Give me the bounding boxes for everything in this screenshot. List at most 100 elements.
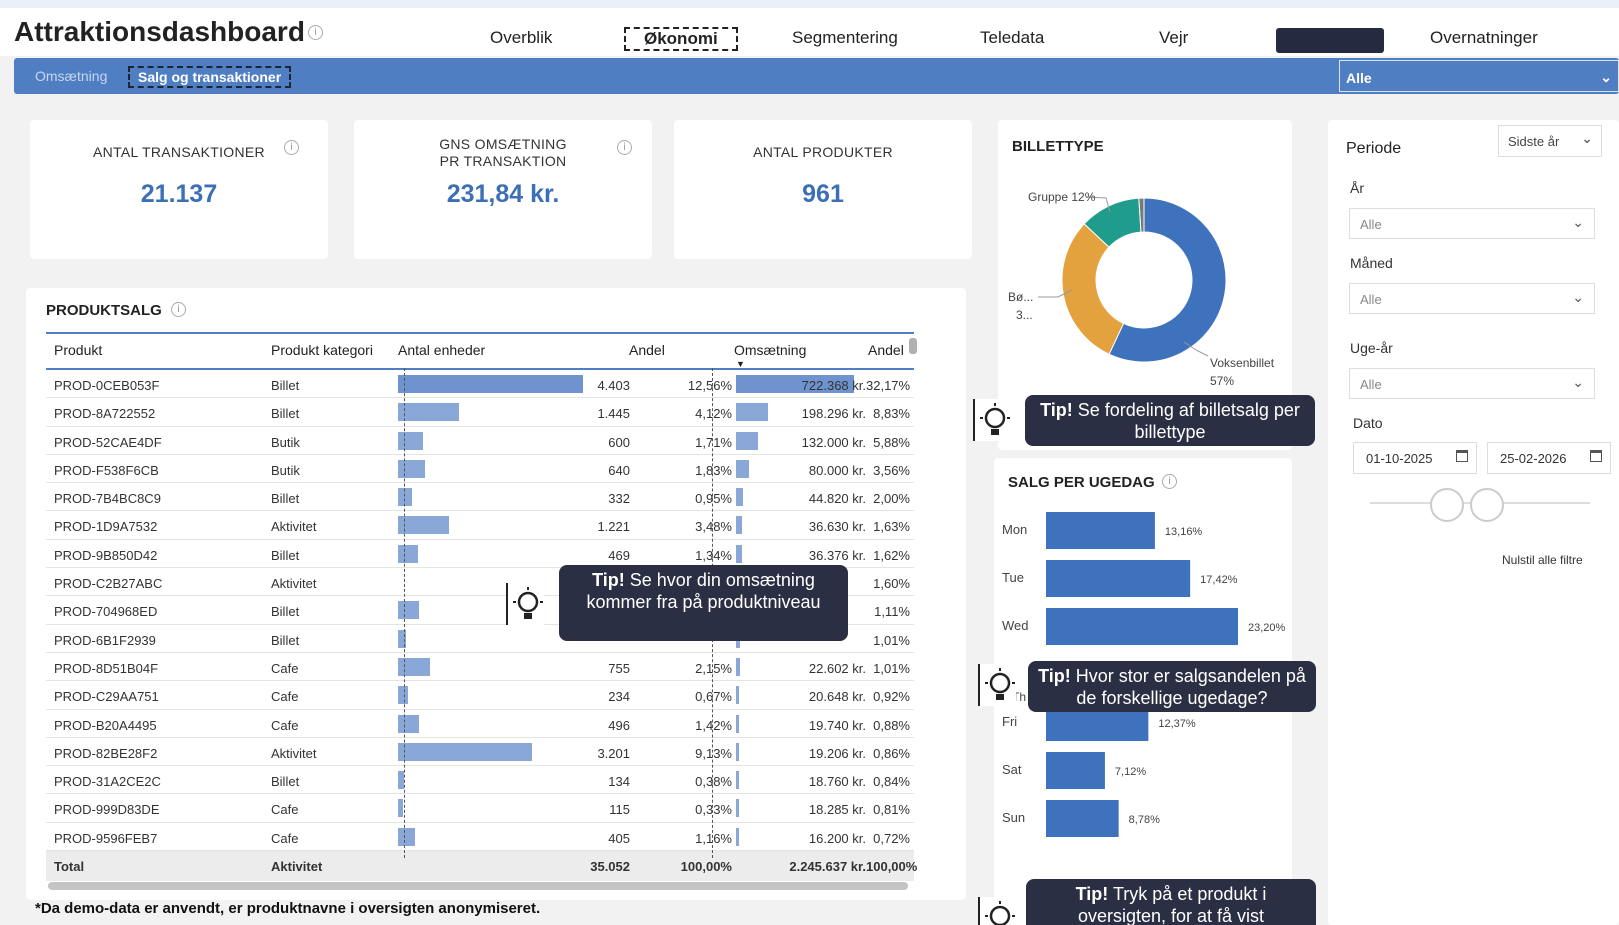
- total-produkt: Total: [54, 859, 85, 875]
- col-header-andel-enheder[interactable]: Andel: [629, 342, 665, 358]
- kpi-value: 21.137: [140, 180, 218, 208]
- date-slider-handle-start[interactable]: [1430, 488, 1464, 522]
- weekday-label-wed: Wed: [1002, 618, 1029, 633]
- nav-teledata[interactable]: Teledata: [980, 28, 1044, 48]
- info-icon[interactable]: i: [171, 302, 186, 317]
- weekday-bar-sat[interactable]: [1046, 752, 1105, 789]
- cell-omsaetning: 19.740 kr.: [808, 717, 866, 733]
- cell-omsaetning: 80.000 kr.: [808, 462, 866, 478]
- cell-andel-enheder: 12,56%: [687, 378, 732, 393]
- weekday-bar-wed[interactable]: [1046, 608, 1238, 645]
- kpi-label: ANTAL PRODUKTER: [753, 144, 893, 160]
- lightbulb-icon: [978, 664, 1016, 706]
- filter-panel: Periode Sidste år ⌄ År Alle ⌄ Måned Alle…: [1328, 120, 1619, 925]
- donut-label-born: Bø...: [1008, 290, 1034, 304]
- kpi-card-produkter: ANTAL PRODUKTER 961: [674, 120, 972, 259]
- weekday-value-label-wed: 23,20%: [1248, 622, 1286, 634]
- date-slider-handle-end[interactable]: [1470, 488, 1504, 522]
- cell-andel-omsaetning: 0,92%: [873, 689, 910, 705]
- weekday-bar-mon[interactable]: [1046, 512, 1155, 549]
- ugeaar-dropdown[interactable]: Alle ⌄: [1349, 368, 1595, 399]
- nav-overnatninger[interactable]: Overnatninger: [1430, 28, 1538, 48]
- cell-produkt: PROD-52CAE4DF: [54, 434, 162, 450]
- cell-enheder: 600: [608, 434, 630, 450]
- cell-enheder: 234: [608, 689, 630, 705]
- info-icon[interactable]: i: [308, 25, 323, 40]
- col-header-produkt[interactable]: Produkt: [54, 342, 102, 358]
- kpi-value: 231,84 kr.: [446, 180, 560, 208]
- table-row[interactable]: PROD-31A2CE2C Billet 134 0,38% 18.760 kr. 0,8…: [46, 766, 914, 795]
- units-bar: [398, 827, 416, 846]
- table-row[interactable]: PROD-8A722552 Billet 1.445 4,12% 198.296 kr.…: [46, 398, 914, 427]
- table-row[interactable]: PROD-999D83DE Cafe 115 0,33% 18.285 kr. 0,81%: [46, 794, 914, 823]
- col-header-omsaetning[interactable]: Omsætning: [734, 342, 806, 358]
- dato-to-input[interactable]: 25-02-2026: [1487, 442, 1611, 474]
- table-row[interactable]: PROD-0CEB053F Billet 4.403 12,56% 722.368 kr…: [46, 370, 914, 399]
- cell-kategori: Billet: [271, 378, 300, 393]
- col-header-kategori[interactable]: Produkt kategori: [271, 342, 373, 358]
- cell-andel-omsaetning: 0,84%: [873, 774, 910, 790]
- table-row[interactable]: PROD-F538F6CB Butik 640 1,83% 80.000 kr. 3,56…: [46, 455, 914, 484]
- cell-omsaetning: 18.285 kr.: [808, 802, 866, 818]
- col-header-antal-enheder[interactable]: Antal enheder: [398, 342, 485, 358]
- weekday-value-label-fri: 12,37%: [1158, 718, 1196, 730]
- table-row[interactable]: PROD-7B4BC8C9 Billet 332 0,95% 44.820 kr. 2,0…: [46, 483, 914, 512]
- kpi-label-line2: PR TRANSAKTION: [439, 153, 567, 169]
- cell-kategori: Billet: [271, 491, 300, 507]
- info-icon[interactable]: i: [284, 140, 299, 155]
- table-scrollbar-horizontal[interactable]: [48, 882, 908, 890]
- weekday-bar-tue[interactable]: [1046, 560, 1191, 597]
- cell-andel-omsaetning: 0,86%: [873, 745, 910, 761]
- dato-from-input[interactable]: 01-10-2025: [1353, 442, 1477, 474]
- donut-slice-bø[interactable]: [1061, 223, 1125, 355]
- subnav-select[interactable]: Alle ⌄: [1339, 60, 1619, 92]
- aar-label: År: [1350, 180, 1364, 196]
- table-row[interactable]: PROD-8D51B04F Cafe 755 2,15% 22.602 kr. 1,01%: [46, 653, 914, 682]
- kpi-label-line1: GNS OMSÆTNING: [439, 136, 567, 152]
- maaned-dropdown[interactable]: Alle ⌄: [1349, 283, 1595, 314]
- cell-andel-omsaetning: 3,56%: [873, 462, 910, 478]
- nav-overblik[interactable]: Overblik: [490, 28, 552, 48]
- weekday-bar-sun[interactable]: [1046, 800, 1119, 837]
- total-kategori: Aktivitet: [271, 859, 323, 875]
- table-row[interactable]: PROD-1D9A7532 Aktivitet 1.221 3,48% 36.630 k…: [46, 511, 914, 540]
- cell-omsaetning: 132.000 kr.: [801, 434, 866, 450]
- units-bar: [398, 601, 419, 620]
- cell-andel-enheder: 1,16%: [695, 830, 732, 846]
- table-row[interactable]: PROD-52CAE4DF Butik 600 1,71% 132.000 kr. 5,8…: [46, 427, 914, 455]
- table-scrollbar-vertical[interactable]: [909, 338, 917, 354]
- cell-andel-enheder: 0,67%: [695, 689, 732, 705]
- aar-dropdown[interactable]: Alle ⌄: [1349, 208, 1595, 239]
- table-row[interactable]: PROD-C29AA751 Cafe 234 0,67% 20.648 kr. 0,92%: [46, 681, 914, 710]
- cell-produkt: PROD-9B850D42: [54, 547, 158, 563]
- table-row[interactable]: PROD-9596FEB7 Cafe 405 1,16% 16.200 kr. 0,72%: [46, 823, 914, 852]
- periode-dropdown[interactable]: Sidste år ⌄: [1498, 125, 1602, 157]
- cell-produkt: PROD-704968ED: [54, 604, 158, 620]
- reset-filters-button[interactable]: Nulstil alle filtre: [1502, 553, 1583, 567]
- cell-omsaetning: 44.820 kr.: [808, 491, 866, 507]
- nav-segmentering[interactable]: Segmentering: [792, 28, 898, 48]
- calendar-icon[interactable]: [1456, 450, 1468, 462]
- table-row[interactable]: PROD-9B850D42 Billet 469 1,34% 36.376 kr. 1,6…: [46, 540, 914, 569]
- subnav-salg-og-transaktioner[interactable]: Salg og transaktioner: [128, 66, 292, 88]
- total-andel2: 100,00%: [866, 859, 918, 875]
- table-row[interactable]: PROD-B20A4495 Cafe 496 1,42% 19.740 kr. 0,88%: [46, 710, 914, 738]
- info-icon[interactable]: i: [617, 140, 632, 155]
- nav-vejr[interactable]: Vejr: [1159, 28, 1188, 48]
- cell-andel-enheder: 0,38%: [695, 774, 732, 790]
- kpi-card-gns-omsaetning: GNS OMSÆTNING PR TRANSAKTION i 231,84 kr…: [354, 120, 652, 259]
- table-row[interactable]: PROD-82BE28F2 Aktivitet 3.201 9,13% 19.206 k…: [46, 738, 914, 767]
- nav-okonomi[interactable]: Økonomi: [624, 27, 738, 51]
- cell-andel-omsaetning: 2,00%: [873, 491, 910, 507]
- periode-value: Sidste år: [1508, 134, 1560, 149]
- tip-billettype: Tip! Se fordeling af billetsalg per bill…: [1025, 395, 1315, 446]
- nav-hidden-button[interactable]: [1276, 28, 1384, 53]
- billettype-donut-chart[interactable]: [998, 120, 1292, 420]
- subnav-omsaetning[interactable]: Omsætning: [35, 68, 107, 84]
- cell-omsaetning: 198.296 kr.: [801, 406, 866, 422]
- units-bar: [398, 714, 419, 733]
- calendar-icon[interactable]: [1590, 450, 1602, 462]
- col-header-andel-omsaetning[interactable]: Andel: [868, 342, 904, 358]
- maaned-value: Alle: [1360, 292, 1382, 307]
- kpi-card-transaktioner: ANTAL TRANSAKTIONER i 21.137: [30, 120, 328, 259]
